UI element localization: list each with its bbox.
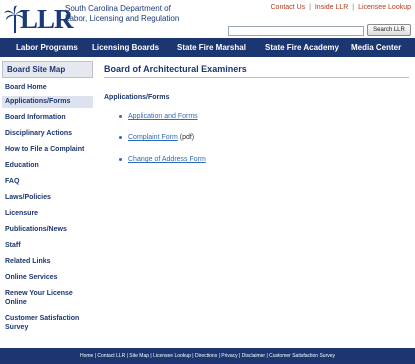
separator: | <box>352 4 355 11</box>
nav-licensing-boards[interactable]: Licensing Boards <box>92 43 159 52</box>
search-button[interactable]: Search LLR <box>367 24 411 36</box>
page-title: Board of Architectural Examiners <box>104 61 409 78</box>
sidebar-item-related-links[interactable]: Related Links <box>2 257 93 266</box>
complaint-form-link[interactable]: Complaint Form <box>128 134 178 141</box>
contact-us-link[interactable]: Contact Us <box>271 4 306 11</box>
sidebar-item-applications-forms[interactable]: Applications/Forms <box>2 96 93 108</box>
nav-state-fire-academy[interactable]: State Fire Academy <box>265 43 339 52</box>
site-footer: Home | Contact LLR | Site Map | Licensee… <box>0 348 415 364</box>
nav-labor-programs[interactable]: Labor Programs <box>16 43 78 52</box>
sidebar-item-licensure[interactable]: Licensure <box>2 209 93 218</box>
list-item: Application and Forms <box>119 113 198 120</box>
sidebar-item-file-complaint[interactable]: How to File a Complaint <box>2 145 93 154</box>
sidebar-item-online-services[interactable]: Online Services <box>2 273 93 282</box>
bullet-icon <box>119 157 122 161</box>
logo-mark: LLR <box>4 5 74 33</box>
sidebar-title: Board Site Map <box>2 61 93 78</box>
nav-media-center[interactable]: Media Center <box>351 43 401 52</box>
agency-name-line2: Labor, Licensing and Regulation <box>65 14 180 23</box>
application-forms-link[interactable]: Application and Forms <box>128 113 198 120</box>
footer-links[interactable]: Home | Contact LLR | Site Map | Licensee… <box>80 353 335 359</box>
change-address-link[interactable]: Change of Address Form <box>128 156 206 163</box>
sidebar-item-faq[interactable]: FAQ <box>2 177 93 186</box>
main-nav: Labor Programs Licensing Boards State Fi… <box>0 38 415 57</box>
sidebar-item-disciplinary-actions[interactable]: Disciplinary Actions <box>2 129 93 138</box>
sidebar-item-board-home[interactable]: Board Home <box>2 83 93 92</box>
site-header: LLR South Carolina Department of Labor, … <box>0 0 415 37</box>
pdf-note: (pdf) <box>177 134 195 141</box>
sidebar-item-education[interactable]: Education <box>2 161 93 170</box>
search-input[interactable] <box>228 26 364 36</box>
agency-name: South Carolina Department of Labor, Lice… <box>65 4 185 24</box>
bullet-icon <box>119 114 122 118</box>
sidebar-item-staff[interactable]: Staff <box>2 241 93 250</box>
licensee-lookup-link[interactable]: Licensee Lookup <box>358 4 411 11</box>
sidebar-item-board-information[interactable]: Board Information <box>2 113 93 122</box>
section-heading: Applications/Forms <box>104 94 170 101</box>
list-item: Complaint Form (pdf) <box>119 134 194 141</box>
inside-llr-link[interactable]: Inside LLR <box>315 4 348 11</box>
sidebar-item-customer-survey[interactable]: Customer Satisfaction Survey <box>2 314 82 332</box>
bullet-icon <box>119 135 122 139</box>
separator: | <box>309 4 311 11</box>
sidebar-item-publications-news[interactable]: Publications/News <box>2 225 93 234</box>
sidebar-item-laws-policies[interactable]: Laws/Policies <box>2 193 93 202</box>
sidebar-item-renew-license[interactable]: Renew Your License Online <box>2 289 82 307</box>
agency-name-line1: South Carolina Department of <box>65 4 171 13</box>
list-item: Change of Address Form <box>119 156 206 163</box>
nav-state-fire-marshal[interactable]: State Fire Marshal <box>177 43 246 52</box>
utility-links: Contact Us | Inside LLR | Licensee Looku… <box>271 4 412 11</box>
llr-logo[interactable]: LLR <box>4 3 74 35</box>
